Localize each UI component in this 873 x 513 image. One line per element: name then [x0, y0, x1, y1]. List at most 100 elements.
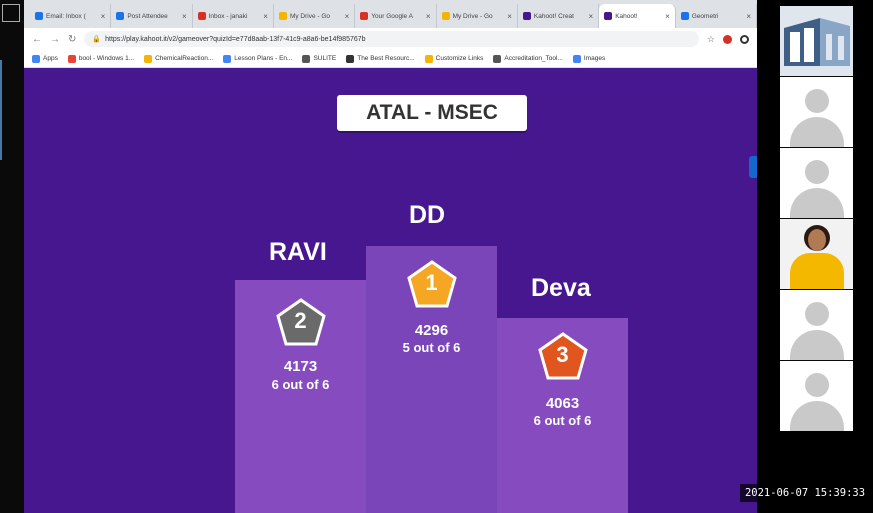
- browser-tab[interactable]: Geometri ×: [676, 4, 757, 28]
- rank-number-third: 3: [556, 342, 569, 367]
- tab-favicon-icon: [441, 12, 450, 20]
- score-third: 4063: [545, 395, 580, 412]
- avatar-body-icon: [790, 330, 844, 360]
- tab-favicon-icon: [278, 12, 287, 20]
- bookmark-label: Lesson Plans - En...: [234, 55, 293, 62]
- bookmark-item[interactable]: Images: [572, 54, 605, 63]
- reload-icon[interactable]: ↻: [68, 34, 76, 45]
- tab-close-icon[interactable]: ×: [101, 12, 106, 21]
- tab-favicon-icon: [35, 12, 43, 20]
- tab-favicon-icon: [680, 12, 689, 20]
- bookmark-favicon-icon: [67, 54, 76, 63]
- bookmark-favicon-icon: [32, 54, 40, 63]
- bookmark-favicon-icon: [302, 54, 311, 63]
- tab-label: Inbox - janaki: [208, 12, 248, 20]
- tab-favicon-icon: [197, 12, 206, 20]
- lock-icon: 🔒: [92, 36, 102, 43]
- tab-favicon-icon: [116, 12, 125, 20]
- browser-tab[interactable]: My Drive - Go ×: [274, 4, 356, 28]
- participant-tile[interactable]: [780, 6, 853, 76]
- bookmark-item[interactable]: Accreditation_Tool...: [493, 54, 563, 63]
- rank-number-second: 2: [294, 308, 307, 333]
- extension-red-icon[interactable]: [723, 34, 732, 44]
- bookmark-label: Customize Links: [435, 55, 484, 62]
- avatar-body-icon: [790, 188, 844, 218]
- rank-number-first: 1: [425, 270, 438, 295]
- participant-tile[interactable]: [780, 77, 853, 147]
- tab-label: My Drive - Go: [289, 12, 331, 20]
- bookmark-star-icon[interactable]: ☆: [707, 34, 715, 45]
- podium-first: 1 4296 5 out of 6: [366, 246, 497, 513]
- tab-label: Kahoot!: [615, 12, 638, 20]
- forward-icon[interactable]: →: [50, 34, 60, 45]
- score-second: 4173: [283, 358, 318, 375]
- bookmark-label: Accreditation_Tool...: [504, 55, 563, 62]
- extension-icons: ☆: [707, 34, 749, 45]
- browser-tab[interactable]: Email: Inbox ( ×: [30, 4, 112, 28]
- tab-close-icon[interactable]: ×: [665, 12, 670, 21]
- back-icon[interactable]: ←: [32, 34, 42, 45]
- browser-tab[interactable]: Kahoot! ×: [599, 4, 676, 28]
- left-panel-strip: [0, 0, 24, 513]
- browser-tab[interactable]: My Drive - Go ×: [437, 4, 518, 28]
- avatar-head-icon: [805, 160, 829, 184]
- participant-tile[interactable]: [780, 290, 853, 360]
- bookmark-favicon-icon: [346, 54, 355, 63]
- tab-close-icon[interactable]: ×: [182, 12, 187, 21]
- url-input[interactable]: 🔒 https://play.kahoot.it/v2/gameover?qui…: [84, 31, 699, 47]
- tab-close-icon[interactable]: ×: [746, 12, 751, 21]
- bookmark-item[interactable]: SULITE: [302, 54, 336, 63]
- participant-video-column: [780, 6, 853, 431]
- person-body: [790, 253, 844, 289]
- bookmark-label: bool - Windows 1...: [78, 55, 135, 62]
- quiz-title: ATAL - MSEC: [337, 95, 527, 131]
- bookmark-favicon-icon: [572, 54, 581, 63]
- side-button[interactable]: [749, 156, 757, 178]
- bookmark-item[interactable]: Apps: [32, 54, 58, 63]
- building-logo-icon: [780, 6, 853, 76]
- participant-tile[interactable]: [780, 361, 853, 431]
- participant-tile[interactable]: [780, 148, 853, 218]
- bookmark-item[interactable]: bool - Windows 1...: [67, 54, 135, 63]
- bookmark-item[interactable]: Lesson Plans - En...: [223, 54, 293, 63]
- tab-close-icon[interactable]: ×: [507, 12, 512, 21]
- tab-label: Kahoot! Creat: [533, 12, 574, 20]
- score-first: 4296: [414, 322, 449, 339]
- browser-tab[interactable]: Post Attendee ×: [111, 4, 193, 28]
- bookmark-item[interactable]: The Best Resourc...: [346, 54, 415, 63]
- browser-tab[interactable]: Inbox - janaki ×: [193, 4, 274, 28]
- scroll-indicator: [0, 60, 2, 160]
- browser-tab[interactable]: Kahoot! Creat ×: [518, 4, 600, 28]
- url-text: https://play.kahoot.it/v2/gameover?quizI…: [105, 35, 366, 43]
- participant-tile-video[interactable]: [780, 219, 853, 289]
- avatar-head-icon: [805, 373, 829, 397]
- tab-close-icon[interactable]: ×: [589, 12, 594, 21]
- person-face: [808, 229, 826, 251]
- tab-label: Email: Inbox (: [46, 12, 86, 20]
- extension-ring-icon[interactable]: [740, 34, 749, 44]
- bookmark-label: Apps: [43, 55, 58, 62]
- browser-window: Email: Inbox (× Post Attendee × Inbox - jan…: [24, 0, 757, 513]
- tab-close-icon[interactable]: ×: [345, 12, 350, 21]
- bookmark-item[interactable]: ChemicalReaction...: [144, 54, 213, 63]
- podium-third: 3 4063 6 out of 6: [497, 318, 628, 513]
- correct-count-first: 5 out of 6: [402, 340, 461, 355]
- rank-badge-third: 3: [537, 332, 588, 380]
- bookmark-label: The Best Resourc...: [357, 55, 415, 62]
- rank-badge-first: 1: [406, 260, 457, 308]
- bookmark-item[interactable]: Customize Links: [424, 54, 484, 63]
- recording-timestamp: 2021-06-07 15:39:33: [740, 484, 870, 502]
- tab-bar: Email: Inbox (× Post Attendee × Inbox - jan…: [24, 0, 757, 28]
- tab-close-icon[interactable]: ×: [426, 12, 431, 21]
- kahoot-podium-page: ATAL - MSEC RAVI 2 4173 6 out of 6 DD 1 …: [24, 68, 757, 513]
- podium-name-third: Deva: [531, 274, 591, 302]
- bookmark-favicon-icon: [144, 54, 153, 63]
- podium-name-second: RAVI: [269, 238, 327, 266]
- avatar-body-icon: [790, 117, 844, 147]
- browser-tab[interactable]: Your Google A ×: [355, 4, 437, 28]
- correct-count-second: 6 out of 6: [271, 377, 330, 392]
- checkbox-icon: [2, 4, 20, 22]
- podium-name-first: DD: [409, 201, 446, 229]
- tab-close-icon[interactable]: ×: [263, 12, 268, 21]
- tab-label: Geometri: [691, 12, 719, 20]
